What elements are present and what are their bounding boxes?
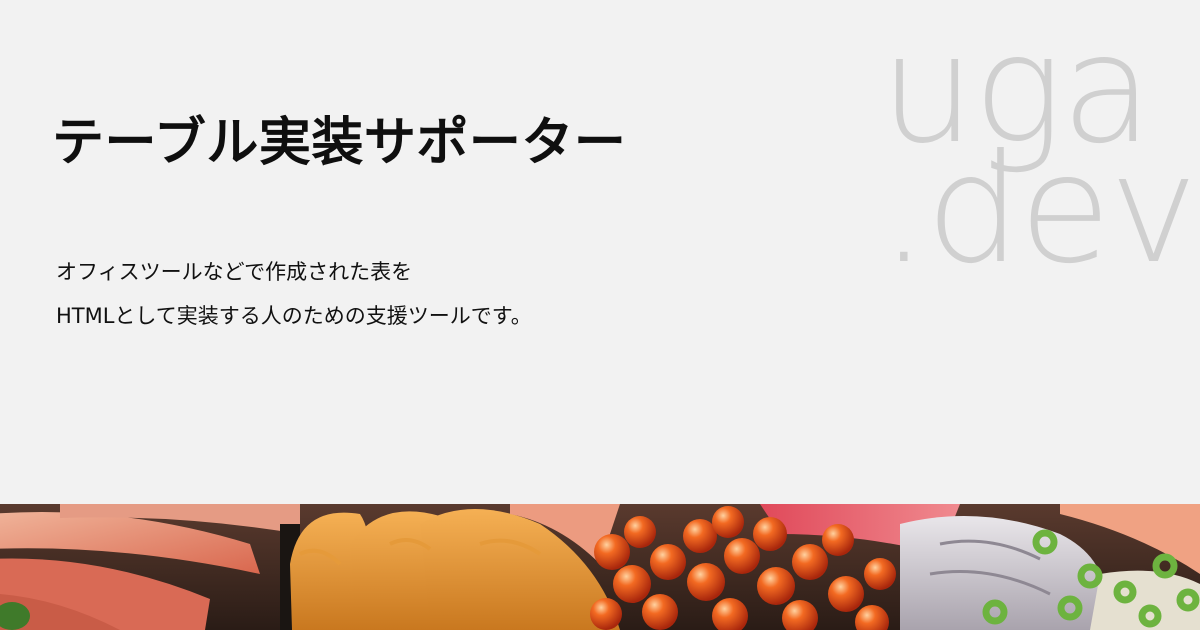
page-title: テーブル実装サポーター — [52, 113, 627, 173]
brand-logo: uga .dev — [880, 15, 1198, 297]
brand-line-2: .dev — [880, 123, 1198, 297]
description-line-1: オフィスツールなどで作成された表を — [56, 260, 413, 284]
og-card: テーブル実装サポーター オフィスツールなどで作成された表を HTMLとして実装す… — [0, 0, 1200, 630]
description: オフィスツールなどで作成された表を HTMLとして実装する人のための支援ツールで… — [56, 250, 532, 338]
sushi-photo-banner — [0, 504, 1200, 630]
description-line-2: HTMLとして実装する人のための支援ツールです。 — [56, 304, 532, 328]
